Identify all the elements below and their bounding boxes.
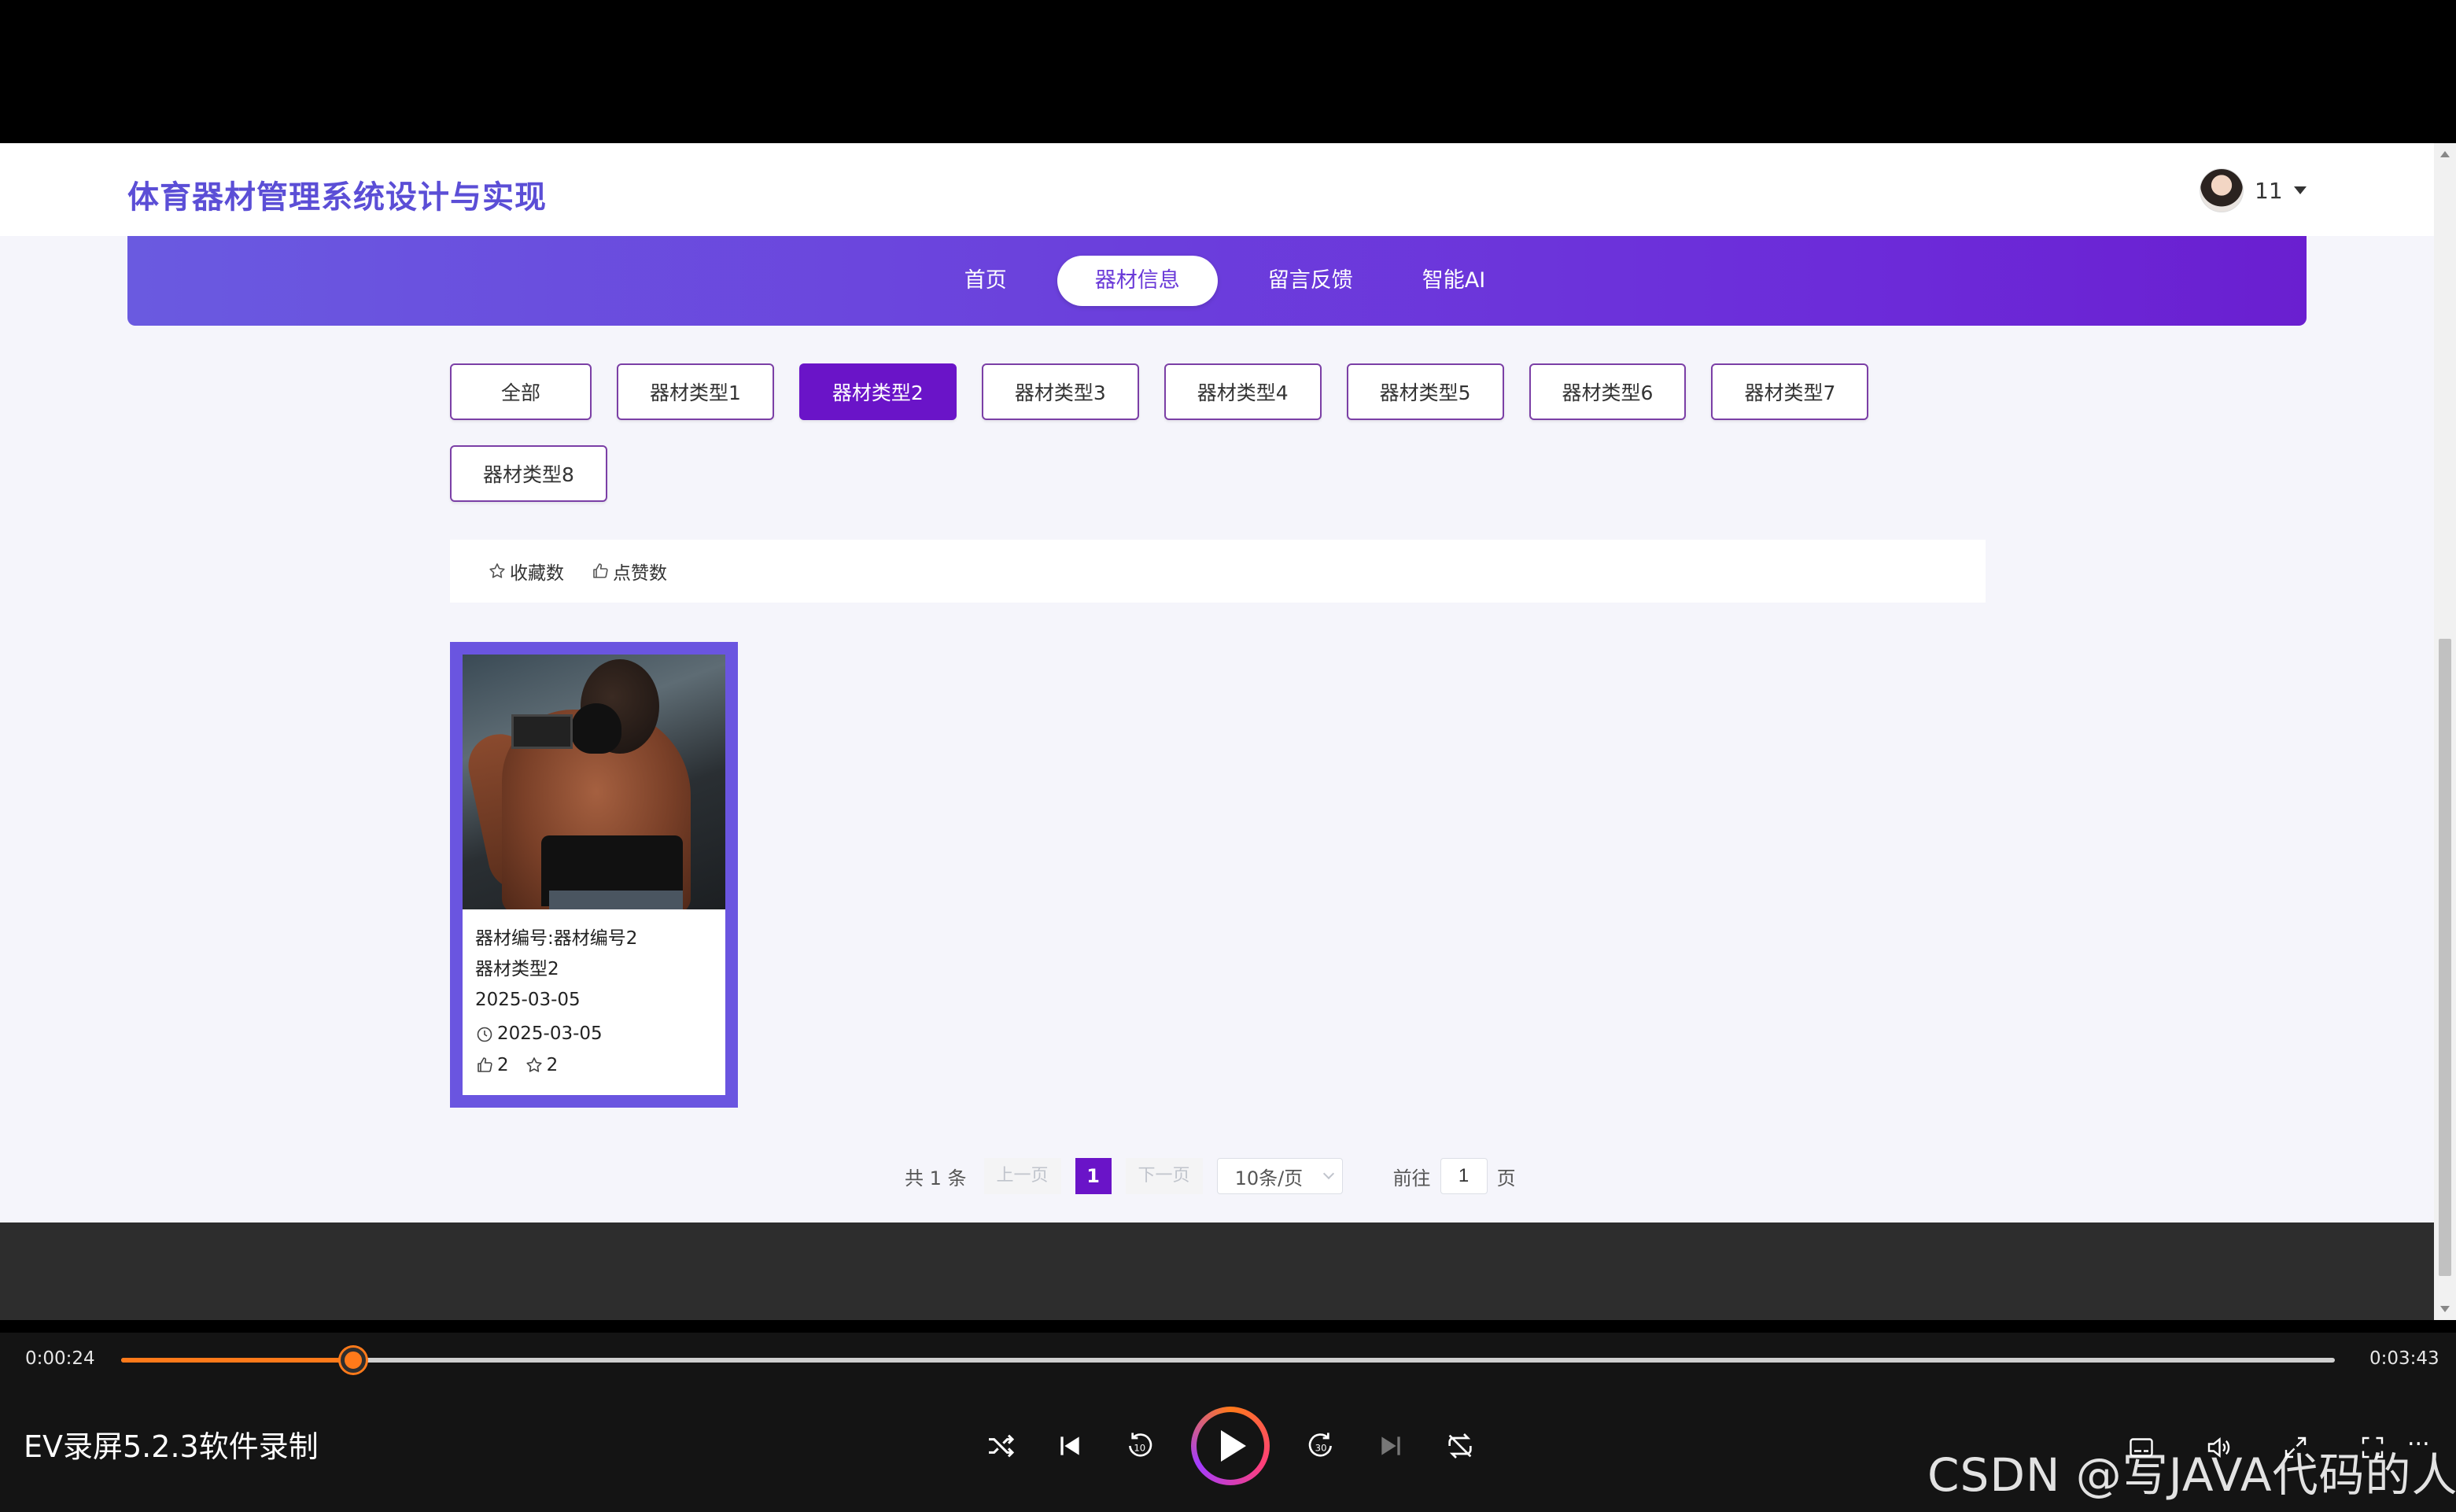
pagination-total: 共 1 条 <box>905 1167 967 1189</box>
browser-viewport: 体育器材管理系统设计与实现 11 首页 器材信息 留言反馈 智能AI 全部 器材… <box>0 143 2456 1320</box>
top-black-band <box>0 0 2456 143</box>
clock-icon <box>477 1027 492 1042</box>
prev-page-button[interactable]: 上一页 <box>983 1158 1061 1194</box>
goto-label: 前往 <box>1392 1167 1431 1189</box>
play-button[interactable] <box>1191 1407 1270 1485</box>
progress-fill <box>121 1358 354 1363</box>
main-nav: 首页 器材信息 留言反馈 智能AI <box>127 236 2307 326</box>
card-stats: 2 2 <box>475 1049 713 1081</box>
forward-30-icon: 30 <box>1308 1433 1332 1457</box>
like-count: 2 <box>475 1049 509 1081</box>
equipment-image[interactable] <box>463 655 725 909</box>
nav-feedback[interactable]: 留言反馈 <box>1249 256 1372 306</box>
filter-type-7[interactable]: 器材类型7 <box>1711 363 1869 420</box>
rewind-10-icon: 10 <box>1129 1433 1152 1457</box>
category-filters: 全部 器材类型1 器材类型2 器材类型3 器材类型4 器材类型5 器材类型6 器… <box>450 363 1992 502</box>
thumbs-up-icon <box>593 563 608 578</box>
goto-page-input[interactable] <box>1440 1158 1488 1194</box>
shuffle-button[interactable] <box>983 1429 1018 1463</box>
shuffle-icon <box>989 1434 1015 1458</box>
sort-by-favorites[interactable]: 收藏数 <box>488 558 564 585</box>
filter-type-8[interactable]: 器材类型8 <box>450 445 607 502</box>
page-unit-label: 页 <box>1496 1167 1516 1189</box>
nav-home[interactable]: 首页 <box>946 256 1026 306</box>
svg-text:30: 30 <box>1315 1443 1327 1454</box>
favorite-count-value: 2 <box>546 1055 559 1075</box>
equipment-card[interactable]: 器材编号:器材编号2 器材类型2 2025-03-05 2025-03-05 2… <box>450 642 738 1108</box>
filter-type-4[interactable]: 器材类型4 <box>1163 363 1322 420</box>
site-title: 体育器材管理系统设计与实现 <box>127 179 547 216</box>
scroll-up-icon[interactable] <box>2440 151 2450 157</box>
current-time: 0:00:24 <box>25 1348 95 1369</box>
equipment-time-row: 2025-03-05 <box>475 1019 713 1049</box>
csdn-watermark: CSDN @写JAVA代码的人 <box>1927 1448 2456 1502</box>
recording-title: EV录屏5.2.3软件录制 <box>24 1429 319 1464</box>
progress-handle[interactable] <box>341 1348 367 1373</box>
scroll-down-icon[interactable] <box>2440 1306 2450 1312</box>
site-header: 体育器材管理系统设计与实现 11 <box>0 143 2434 236</box>
sort-bar: 收藏数 点赞数 <box>450 540 1986 603</box>
user-name: 11 <box>2255 177 2283 204</box>
page-footer <box>0 1223 2434 1320</box>
more-options-button[interactable]: ... <box>2407 1424 2430 1451</box>
total-time: 0:03:43 <box>2369 1348 2439 1369</box>
page-number-current[interactable]: 1 <box>1075 1158 1112 1194</box>
filter-type-6[interactable]: 器材类型6 <box>1529 363 1687 420</box>
page-size-select[interactable]: 10条/页 <box>1216 1158 1343 1194</box>
user-menu[interactable]: 11 <box>2200 168 2307 212</box>
page-size-value: 10条/页 <box>1234 1167 1304 1189</box>
avatar <box>2200 168 2244 212</box>
filter-type-1[interactable]: 器材类型1 <box>617 363 774 420</box>
filter-type-2[interactable]: 器材类型2 <box>798 363 957 420</box>
video-player: 0:00:24 0:03:43 EV录屏5.2.3软件录制 10 30 CSDN… <box>0 1320 2456 1512</box>
filter-type-3[interactable]: 器材类型3 <box>981 363 1139 420</box>
next-page-button[interactable]: 下一页 <box>1125 1158 1203 1194</box>
sort-favorites-label: 收藏数 <box>510 563 564 584</box>
skip-next-icon <box>1381 1436 1400 1455</box>
equipment-code: 器材编号:器材编号2 <box>475 928 638 949</box>
skip-previous-icon <box>1060 1436 1079 1455</box>
repeat-button[interactable] <box>1443 1429 1477 1463</box>
forward-30-button[interactable]: 30 <box>1304 1429 1339 1463</box>
chevron-down-icon <box>1322 1167 1334 1180</box>
star-icon <box>489 563 505 578</box>
sort-likes-label: 点赞数 <box>613 563 667 584</box>
caret-down-icon <box>2293 186 2307 194</box>
screen: 体育器材管理系统设计与实现 11 首页 器材信息 留言反馈 智能AI 全部 器材… <box>0 0 2456 1512</box>
sort-by-likes[interactable]: 点赞数 <box>591 558 667 585</box>
repeat-off-icon <box>1448 1433 1472 1459</box>
card-info: 器材编号:器材编号2 器材类型2 2025-03-05 2025-03-05 2… <box>463 909 725 1081</box>
star-icon <box>526 1057 542 1072</box>
next-button[interactable] <box>1374 1429 1408 1463</box>
rewind-10-button[interactable]: 10 <box>1122 1429 1156 1463</box>
progress-bar[interactable] <box>121 1348 2335 1373</box>
svg-text:10: 10 <box>1134 1443 1145 1454</box>
nav-ai[interactable]: 智能AI <box>1403 256 1504 306</box>
playback-controls: 10 30 <box>983 1405 1477 1487</box>
filter-type-5[interactable]: 器材类型5 <box>1346 363 1504 420</box>
like-count-value: 2 <box>497 1055 509 1075</box>
pagination: 共 1 条 上一页 1 下一页 10条/页 前往 页 <box>905 1158 1516 1194</box>
page-scrollbar[interactable] <box>2434 143 2456 1320</box>
favorite-count: 2 <box>525 1049 559 1081</box>
previous-button[interactable] <box>1053 1429 1087 1463</box>
play-icon <box>1221 1430 1246 1462</box>
nav-equipment-info[interactable]: 器材信息 <box>1057 256 1218 306</box>
equipment-time: 2025-03-05 <box>497 1023 603 1044</box>
scroll-thumb[interactable] <box>2439 639 2451 1276</box>
thumbs-up-icon <box>478 1057 492 1072</box>
filter-all[interactable]: 全部 <box>450 363 592 420</box>
equipment-type: 器材类型2 <box>475 959 559 979</box>
equipment-date: 2025-03-05 <box>475 990 581 1010</box>
